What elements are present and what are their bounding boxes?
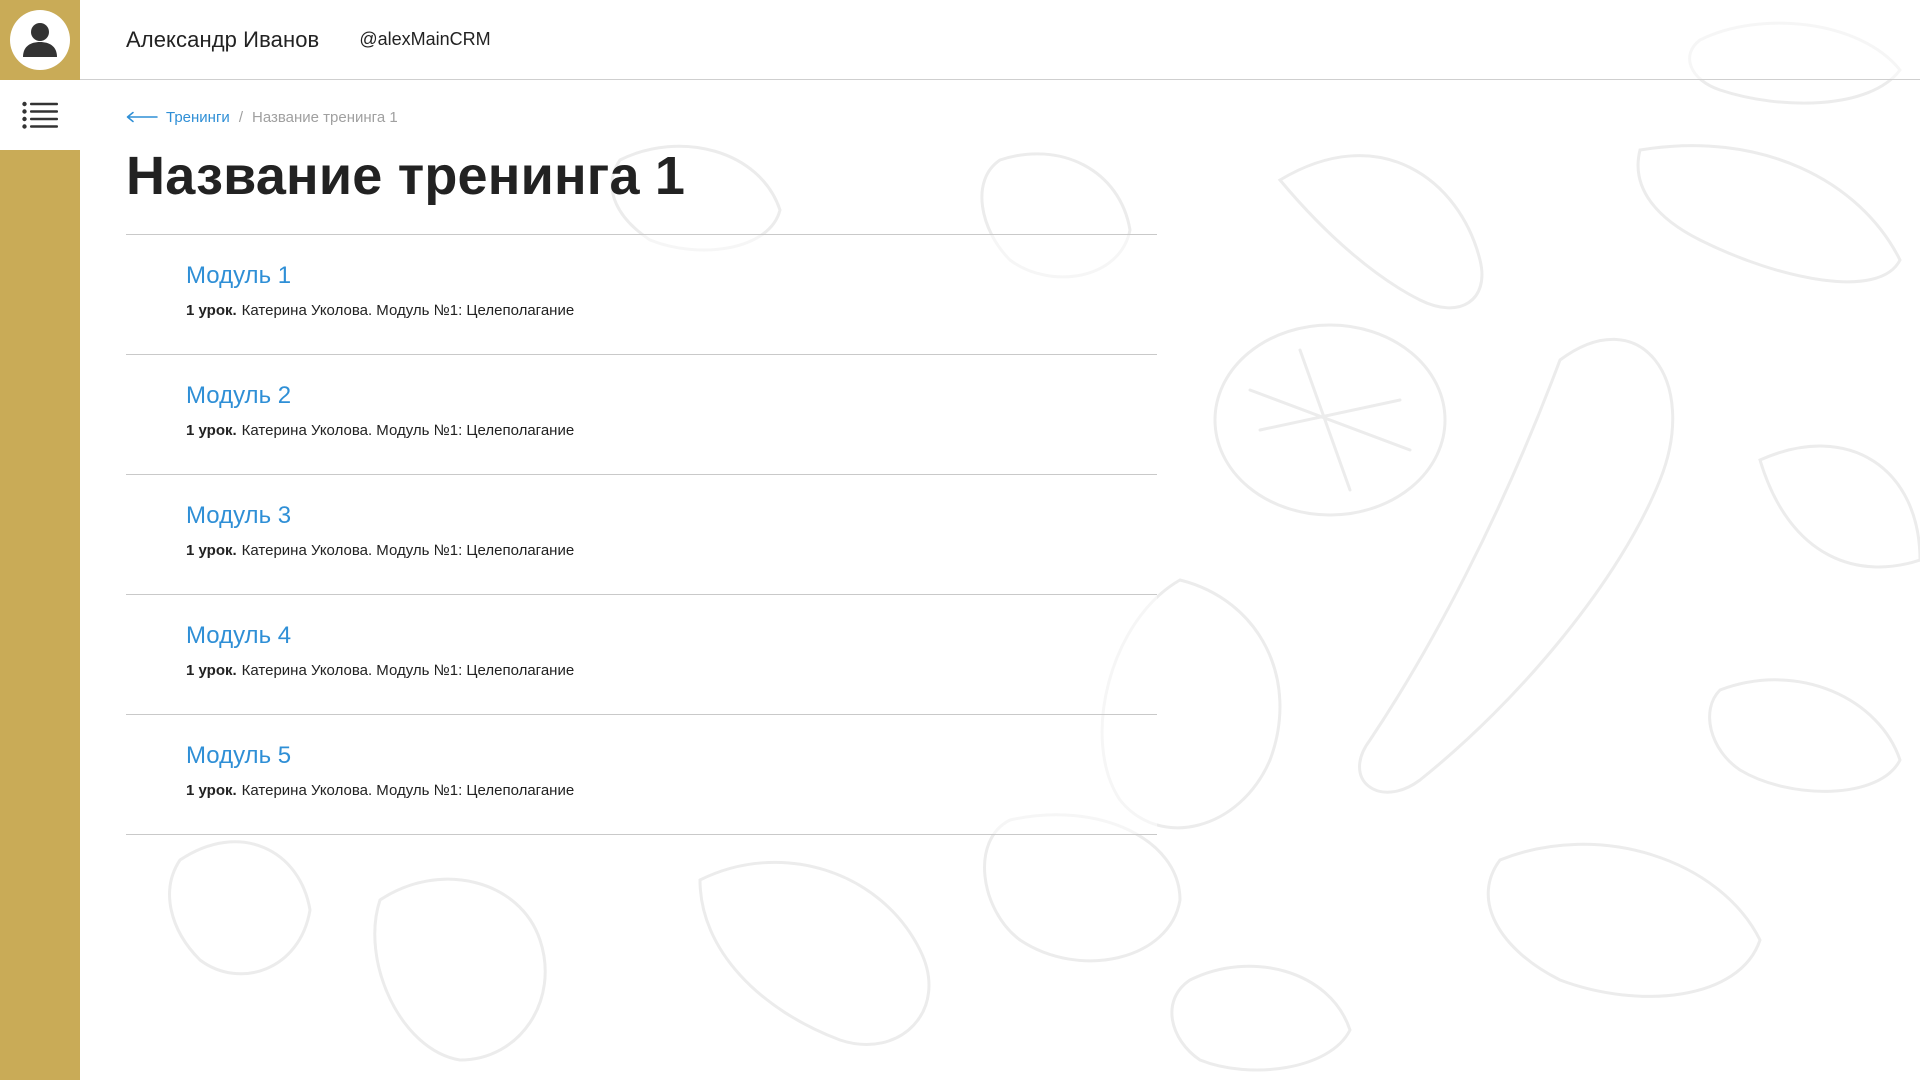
module-title-link[interactable]: Модуль 2 — [186, 382, 291, 409]
module-description: 1 урок. Катерина Уколова. Модуль №1: Целе… — [186, 302, 1157, 319]
breadcrumb-back-label: Тренинги — [166, 108, 230, 126]
module-lesson-count: 1 урок. — [186, 422, 237, 440]
module-lesson-count: 1 урок. — [186, 662, 237, 680]
module-description: 1 урок. Катерина Уколова. Модуль №1: Целе… — [186, 662, 1157, 679]
menu-button[interactable] — [0, 80, 80, 150]
avatar[interactable] — [10, 10, 70, 70]
module-lesson-text: Катерина Уколова. Модуль №1: Целеполаган… — [241, 662, 575, 680]
module-item: Модуль 1 1 урок. Катерина Уколова. Модуль… — [126, 235, 1157, 355]
module-item: Модуль 4 1 урок. Катерина Уколова. Модуль… — [126, 595, 1157, 715]
sidebar — [0, 0, 80, 1080]
module-lesson-count: 1 урок. — [186, 782, 237, 800]
arrow-left-icon — [126, 111, 158, 123]
module-description: 1 урок. Катерина Уколова. Модуль №1: Целе… — [186, 422, 1157, 439]
module-item: Модуль 3 1 урок. Катерина Уколова. Модуль… — [126, 475, 1157, 595]
module-lesson-text: Катерина Уколова. Модуль №1: Целеполаган… — [241, 302, 575, 320]
app-root: Александр Иванов @alexMainCRM Тренинги /… — [0, 0, 1920, 1080]
module-lesson-text: Катерина Уколова. Модуль №1: Целеполаган… — [241, 542, 575, 560]
breadcrumb-current: Название тренинга 1 — [251, 108, 398, 126]
module-title-link[interactable]: Модуль 4 — [186, 622, 291, 649]
breadcrumb-separator: / — [238, 108, 243, 126]
main-content: Тренинги / Название тренинга 1 Название … — [126, 80, 1157, 835]
breadcrumb-back-link[interactable]: Тренинги — [126, 109, 230, 126]
module-title-link[interactable]: Модуль 3 — [186, 502, 291, 529]
module-lesson-count: 1 урок. — [186, 302, 237, 320]
module-lesson-text: Катерина Уколова. Модуль №1: Целеполаган… — [241, 422, 575, 440]
page-title: Название тренинга 1 — [126, 146, 686, 206]
module-lesson-text: Катерина Уколова. Модуль №1: Целеполаган… — [241, 782, 575, 800]
module-item: Модуль 5 1 урок. Катерина Уколова. Модуль… — [126, 715, 1157, 835]
topbar: Александр Иванов @alexMainCRM — [80, 0, 1920, 80]
avatar-block — [0, 0, 80, 80]
module-title-link[interactable]: Модуль 5 — [186, 742, 291, 769]
module-description: 1 урок. Катерина Уколова. Модуль №1: Целе… — [186, 782, 1157, 799]
module-description: 1 урок. Катерина Уколова. Модуль №1: Целе… — [186, 542, 1157, 559]
module-item: Модуль 2 1 урок. Катерина Уколова. Модуль… — [126, 355, 1157, 475]
user-handle: @alexMainCRM — [359, 29, 491, 49]
user-icon — [23, 23, 57, 57]
module-title-link[interactable]: Модуль 1 — [186, 262, 291, 289]
module-lesson-count: 1 урок. — [186, 542, 237, 560]
module-list: Модуль 1 1 урок. Катерина Уколова. Модуль… — [126, 234, 1157, 835]
user-name: Александр Иванов — [126, 26, 320, 52]
breadcrumb: Тренинги / Название тренинга 1 — [126, 107, 1157, 127]
list-icon — [22, 101, 58, 129]
